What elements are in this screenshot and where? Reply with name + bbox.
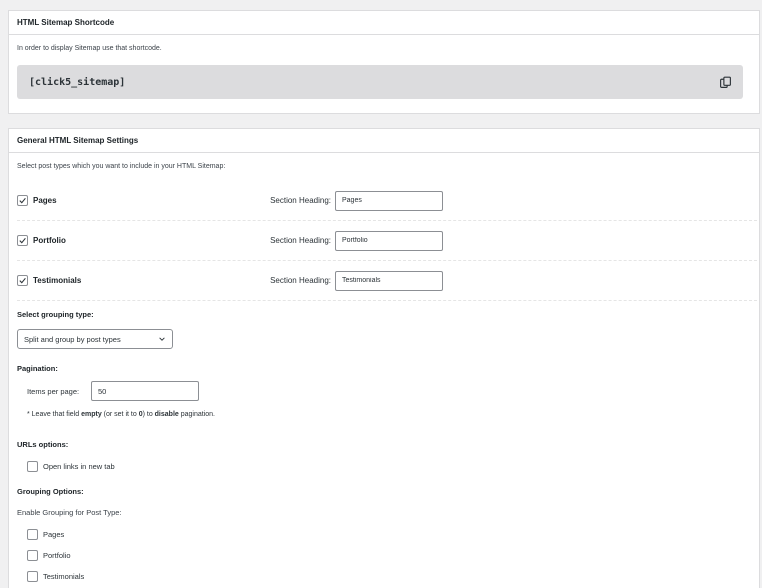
grouping-portfolio-checkbox[interactable] [27,550,38,561]
pages-label: Pages [33,196,57,205]
portfolio-checkbox[interactable] [17,235,28,246]
testimonials-label: Testimonials [33,276,82,285]
chevron-down-icon [159,337,165,341]
settings-description: Select post types which you want to incl… [17,163,226,170]
pages-heading-input[interactable] [335,190,443,211]
portfolio-label: Portfolio [33,236,66,245]
grouping-pages-label: Pages [43,530,65,539]
post-type-row-testimonials: Testimonials Section Heading: [17,261,757,301]
grouping-options-label: Grouping Options: [17,487,84,496]
pagination-label: Pagination: [17,364,58,373]
grouping-portfolio-row[interactable]: Portfolio [27,550,71,561]
pagination-note: * Leave that field empty (or set it to 0… [27,411,215,418]
post-type-row-portfolio: Portfolio Section Heading: [17,221,757,261]
portfolio-heading-label: Section Heading: [270,236,331,245]
note-text: (or set it to [101,411,139,418]
post-type-row-pages: Pages Section Heading: [17,181,757,221]
enable-grouping-label: Enable Grouping for Post Type: [17,508,122,517]
note-disable: disable [154,411,179,418]
portfolio-heading-input[interactable] [335,230,443,251]
open-new-tab-checkbox[interactable] [27,461,38,472]
grouping-pages-row[interactable]: Pages [27,529,64,540]
checkmark-icon [19,237,26,244]
shortcode-panel: HTML Sitemap Shortcode In order to displ… [8,10,760,114]
shortcode-panel-title: HTML Sitemap Shortcode [9,11,759,35]
shortcode-text[interactable]: [click5_sitemap] [29,77,125,88]
items-per-page-label: Items per page: [27,387,80,396]
grouping-testimonials-checkbox[interactable] [27,571,38,582]
grouping-testimonials-row[interactable]: Testimonials [27,571,84,582]
grouping-type-select[interactable]: Split and group by post types [17,329,173,349]
settings-panel-title: General HTML Sitemap Settings [9,129,759,153]
urls-options-label: URLs options: [17,440,69,449]
copy-icon[interactable] [717,74,733,90]
testimonials-heading-input[interactable] [335,270,443,291]
grouping-type-label: Select grouping type: [17,310,94,319]
note-text: ) to [142,411,155,418]
grouping-pages-checkbox[interactable] [27,529,38,540]
checkmark-icon [19,197,26,204]
grouping-type-value: Split and group by post types [24,334,121,344]
pages-heading-label: Section Heading: [270,196,331,205]
open-new-tab-label: Open links in new tab [43,462,115,471]
pages-checkbox[interactable] [17,195,28,206]
open-new-tab-row[interactable]: Open links in new tab [27,461,115,472]
note-text: * Leave that field [27,411,82,418]
settings-panel: General HTML Sitemap Settings Select pos… [8,128,760,588]
shortcode-description: In order to display Sitemap use that sho… [17,45,162,52]
testimonials-checkbox[interactable] [17,275,28,286]
grouping-testimonials-label: Testimonials [43,572,85,581]
shortcode-box[interactable]: [click5_sitemap] [17,65,743,99]
checkmark-icon [19,277,26,284]
note-empty: empty [81,411,102,418]
items-per-page-input[interactable] [91,381,199,401]
note-text: pagination. [178,411,215,418]
grouping-portfolio-label: Portfolio [43,551,71,560]
testimonials-heading-label: Section Heading: [270,276,331,285]
